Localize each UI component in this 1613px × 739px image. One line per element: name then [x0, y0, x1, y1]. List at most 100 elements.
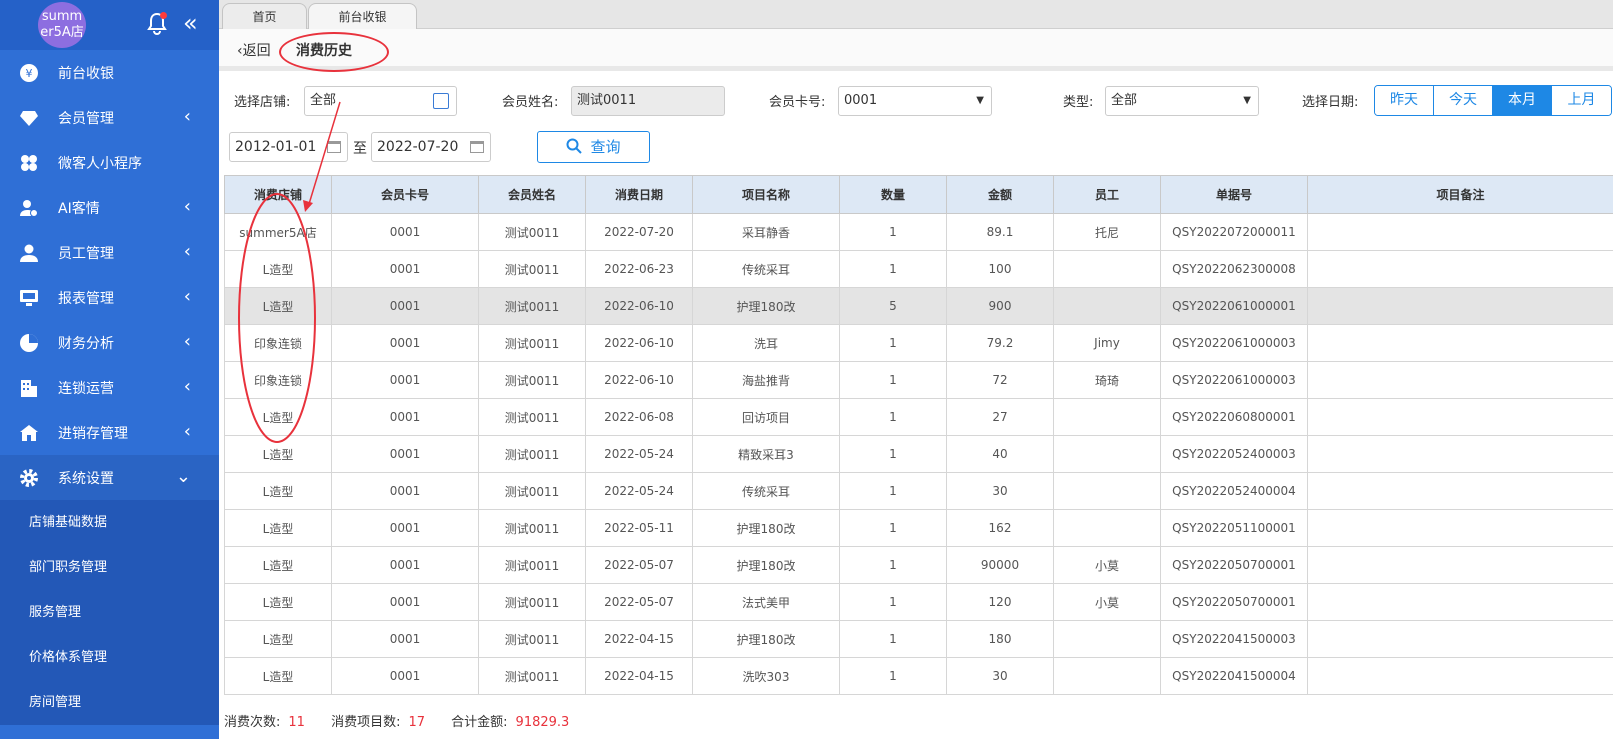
table-cell: 测试0011	[478, 213, 586, 251]
member-name-label: 会员姓名:	[502, 95, 559, 110]
table-cell	[1053, 472, 1161, 510]
sidebar-item[interactable]: AI客情 ‹	[0, 185, 219, 230]
search-icon	[566, 138, 583, 154]
calendar-icon[interactable]	[327, 141, 341, 153]
table-cell: 0001	[331, 620, 479, 658]
start-date-input[interactable]: 2012-01-01	[229, 132, 348, 162]
column-header[interactable]: 金额	[946, 175, 1054, 214]
table-row[interactable]: L造型 0001 测试0011 2022-06-10 护理180改 5 900 QSY2022…	[224, 287, 1613, 325]
column-header[interactable]: 消费日期	[585, 175, 693, 214]
tab-cashier[interactable]: 前台收银	[308, 3, 417, 29]
type-label: 类型:	[1063, 95, 1094, 110]
table-row[interactable]: L造型 0001 测试0011 2022-05-07 护理180改 1 90000 小莫 QSY…	[224, 546, 1613, 584]
table-cell: QSY2022050700001	[1160, 583, 1308, 621]
table-cell: L造型	[224, 657, 332, 695]
last-month-button[interactable]: 上月	[1552, 86, 1611, 115]
table-cell: 法式美甲	[692, 583, 840, 621]
submenu-item[interactable]: 价格体系管理	[0, 635, 219, 680]
today-button[interactable]: 今天	[1434, 86, 1493, 115]
table-cell: 测试0011	[478, 657, 586, 695]
table-row[interactable]: 印象连锁 0001 测试0011 2022-06-10 洗耳 1 79.2 Jimy QSY20…	[224, 324, 1613, 362]
end-date-input[interactable]: 2022-07-20	[371, 132, 491, 162]
table-cell: 2022-06-10	[585, 361, 693, 399]
table-row[interactable]: 印象连锁 0001 测试0011 2022-06-10 海盐推背 1 72 琦琦 QSY2022…	[224, 361, 1613, 399]
collapse-sidebar-icon[interactable]: «	[183, 10, 198, 36]
table-row[interactable]: L造型 0001 测试0011 2022-05-24 精致采耳3 1 40 QSY202205…	[224, 435, 1613, 473]
card-select[interactable]: 0001 ▼	[838, 86, 992, 116]
back-button[interactable]: ‹返回	[237, 40, 271, 60]
table-cell	[1053, 620, 1161, 658]
table-cell	[1307, 250, 1613, 288]
column-header[interactable]: 消费店铺	[224, 175, 332, 214]
shop-picker-icon[interactable]	[433, 93, 449, 109]
sidebar-item-label: 连锁运营	[58, 380, 114, 397]
sidebar-item[interactable]: 进销存管理 ‹	[0, 410, 219, 455]
avatar[interactable]: summer5A店	[38, 2, 86, 48]
table-cell	[1053, 398, 1161, 436]
table-row[interactable]: L造型 0001 测试0011 2022-04-15 护理180改 1 180 QSY2022…	[224, 620, 1613, 658]
table-cell: 测试0011	[478, 287, 586, 325]
calendar-icon[interactable]	[470, 141, 484, 153]
date-to-label: 至	[353, 141, 367, 157]
column-header[interactable]: 项目备注	[1307, 175, 1613, 214]
table-row[interactable]: L造型 0001 测试0011 2022-04-15 洗吹303 1 30 QSY202204…	[224, 657, 1613, 695]
this-month-button[interactable]: 本月	[1493, 86, 1552, 115]
table-cell	[1307, 620, 1613, 658]
sidebar-item[interactable]: ¥ 前台收银	[0, 50, 219, 95]
table-cell: QSY2022052400004	[1160, 472, 1308, 510]
column-header[interactable]: 项目名称	[692, 175, 840, 214]
column-header[interactable]: 会员卡号	[331, 175, 479, 214]
table-cell: summer5A店	[224, 213, 332, 251]
column-header[interactable]: 数量	[839, 175, 947, 214]
table-cell: 1	[839, 398, 947, 436]
card-label: 会员卡号:	[769, 95, 826, 110]
table-cell: 89.1	[946, 213, 1054, 251]
sidebar-item[interactable]: 会员管理 ‹	[0, 95, 219, 140]
table-cell: 测试0011	[478, 472, 586, 510]
submenu-item[interactable]: 服务管理	[0, 590, 219, 635]
submenu-item[interactable]: 店铺基础数据	[0, 500, 219, 545]
consumption-history-table: 消费店铺 会员卡号 会员姓名 消费日期 项目名称 数量 金额 员工 单据号 项目备注 summer…	[224, 175, 1613, 695]
yesterday-button[interactable]: 昨天	[1375, 86, 1434, 115]
back-label: 返回	[242, 43, 271, 59]
table-cell: 1	[839, 583, 947, 621]
table-row[interactable]: L造型 0001 测试0011 2022-06-08 回访项目 1 27 QSY2022060…	[224, 398, 1613, 436]
table-cell	[1053, 509, 1161, 547]
submenu-item[interactable]: 部门职务管理	[0, 545, 219, 590]
sidebar-item[interactable]: 微客人小程序	[0, 140, 219, 185]
table-cell: 传统采耳	[692, 250, 840, 288]
table-row[interactable]: summer5A店 0001 测试0011 2022-07-20 采耳静香 1 89.1 托尼…	[224, 213, 1613, 251]
shop-select[interactable]: 全部	[304, 86, 457, 116]
type-select[interactable]: 全部 ▼	[1105, 86, 1259, 116]
table-cell: L造型	[224, 583, 332, 621]
table-cell: 2022-05-07	[585, 546, 693, 584]
sidebar-item[interactable]: 报表管理 ‹	[0, 275, 219, 320]
table-cell: 27	[946, 398, 1054, 436]
column-header[interactable]: 员工	[1053, 175, 1161, 214]
sidebar-item-label: 财务分析	[58, 335, 114, 352]
sidebar-item[interactable]: 系统设置 ⌄	[0, 455, 219, 500]
column-header[interactable]: 会员姓名	[478, 175, 586, 214]
bell-icon[interactable]	[146, 12, 168, 36]
sidebar-item-label: 前台收银	[58, 65, 114, 82]
table-cell: 1	[839, 250, 947, 288]
table-cell: 0001	[331, 583, 479, 621]
tab-home[interactable]: 首页	[222, 3, 307, 29]
sidebar-item-label: 会员管理	[58, 110, 114, 127]
column-header[interactable]: 单据号	[1160, 175, 1308, 214]
table-cell: QSY2022041500004	[1160, 657, 1308, 695]
table-cell	[1307, 324, 1613, 362]
table-row[interactable]: L造型 0001 测试0011 2022-05-11 护理180改 1 162 QSY2022…	[224, 509, 1613, 547]
chevron-left-icon: ‹	[183, 241, 191, 262]
table-row[interactable]: L造型 0001 测试0011 2022-06-23 传统采耳 1 100 QSY202206…	[224, 250, 1613, 288]
sidebar-item[interactable]: 连锁运营 ‹	[0, 365, 219, 410]
submenu-item[interactable]: 房间管理	[0, 680, 219, 725]
table-cell: 小莫	[1053, 546, 1161, 584]
table-row[interactable]: L造型 0001 测试0011 2022-05-07 法式美甲 1 120 小莫 QSY2022…	[224, 583, 1613, 621]
chevron-down-icon: ▼	[1243, 95, 1251, 106]
sidebar-item[interactable]: 员工管理 ‹	[0, 230, 219, 275]
table-row[interactable]: L造型 0001 测试0011 2022-05-24 传统采耳 1 30 QSY2022052…	[224, 472, 1613, 510]
chevron-down-icon: ▼	[976, 95, 984, 106]
sidebar-item[interactable]: 财务分析 ‹	[0, 320, 219, 365]
query-button[interactable]: 查询	[537, 131, 650, 163]
